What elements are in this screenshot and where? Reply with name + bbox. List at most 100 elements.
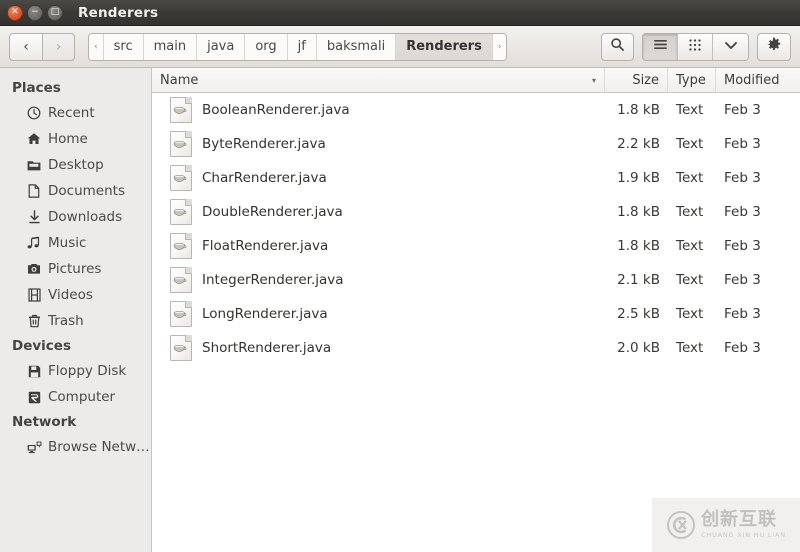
home-icon <box>26 131 42 147</box>
list-view-icon <box>653 38 668 55</box>
sidebar-item-label: Browse Netw… <box>48 439 150 455</box>
breadcrumb-item-renderers[interactable]: Renderers <box>396 34 493 60</box>
breadcrumb: ‹ src main java org jf baksmali Renderer… <box>88 33 507 61</box>
desktop-folder-icon <box>26 157 42 173</box>
sidebar-item-label: Pictures <box>48 261 101 277</box>
sidebar-item-videos[interactable]: Videos <box>0 282 151 308</box>
table-row[interactable]: ShortRenderer.java 2.0 kB Text Feb 3 <box>152 331 800 365</box>
sidebar-item-trash[interactable]: Trash <box>0 308 151 334</box>
file-modified-cell: Feb 3 <box>716 204 800 220</box>
file-size-cell: 1.9 kB <box>605 170 668 186</box>
sidebar-item-label: Desktop <box>48 157 104 173</box>
sidebar-item-computer[interactable]: Computer <box>0 384 151 410</box>
toolbar: ‹ › ‹ src main java org jf baksmali Rend… <box>0 26 800 68</box>
file-size-cell: 2.2 kB <box>605 136 668 152</box>
sidebar-item-browse-network[interactable]: Browse Netw… <box>0 434 151 460</box>
file-name-cell: IntegerRenderer.java <box>152 267 605 293</box>
computer-icon <box>26 389 42 405</box>
view-options-button[interactable] <box>713 34 748 60</box>
file-name-label: BooleanRenderer.java <box>202 102 350 118</box>
sidebar-item-label: Recent <box>48 105 95 121</box>
column-header-type[interactable]: Type <box>668 68 716 93</box>
breadcrumb-item-main[interactable]: main <box>144 34 197 60</box>
breadcrumb-item-src[interactable]: src <box>104 34 144 60</box>
sidebar-item-documents[interactable]: Documents <box>0 178 151 204</box>
column-header-modified[interactable]: Modified <box>716 68 800 93</box>
sidebar-item-label: Music <box>48 235 86 251</box>
sidebar-item-pictures[interactable]: Pictures <box>0 256 151 282</box>
file-modified-cell: Feb 3 <box>716 306 800 322</box>
sidebar-item-label: Videos <box>48 287 93 303</box>
file-name-label: DoubleRenderer.java <box>202 204 343 220</box>
table-row[interactable]: DoubleRenderer.java 1.8 kB Text Feb 3 <box>152 195 800 229</box>
file-size-cell: 2.1 kB <box>605 272 668 288</box>
column-header-name-label: Name <box>160 73 198 88</box>
watermark-text: 创新互联 CHUANG XIN HU LIAN <box>701 511 786 539</box>
search-button[interactable] <box>601 33 634 61</box>
file-modified-cell: Feb 3 <box>716 136 800 152</box>
sidebar-item-label: Documents <box>48 183 125 199</box>
breadcrumb-item-java[interactable]: java <box>197 34 245 60</box>
chevron-down-icon <box>724 39 738 54</box>
sidebar-item-label: Downloads <box>48 209 122 225</box>
breadcrumb-next-button[interactable]: › <box>493 34 507 60</box>
file-name-label: CharRenderer.java <box>202 170 327 186</box>
file-name-label: ByteRenderer.java <box>202 136 326 152</box>
clock-icon <box>26 105 42 121</box>
maximize-icon[interactable]: □ <box>47 5 63 21</box>
document-icon <box>26 183 42 199</box>
minimize-icon[interactable]: − <box>27 5 43 21</box>
file-modified-cell: Feb 3 <box>716 272 800 288</box>
java-file-icon <box>170 199 192 225</box>
file-name-label: FloatRenderer.java <box>202 238 328 254</box>
breadcrumb-prev-button[interactable]: ‹ <box>89 34 104 60</box>
java-file-icon <box>170 335 192 361</box>
file-size-cell: 1.8 kB <box>605 204 668 220</box>
close-icon[interactable]: ✕ <box>7 5 23 21</box>
sidebar-item-floppy-disk[interactable]: Floppy Disk <box>0 358 151 384</box>
sidebar-section-places: Places <box>0 76 151 100</box>
table-row[interactable]: CharRenderer.java 1.9 kB Text Feb 3 <box>152 161 800 195</box>
sidebar-item-downloads[interactable]: Downloads <box>0 204 151 230</box>
watermark-logo-icon <box>666 510 696 540</box>
sidebar-section-network: Network <box>0 410 151 434</box>
table-row[interactable]: ByteRenderer.java 2.2 kB Text Feb 3 <box>152 127 800 161</box>
sidebar-item-home[interactable]: Home <box>0 126 151 152</box>
settings-button[interactable] <box>757 33 791 61</box>
column-header-name[interactable]: Name ▾ <box>152 68 605 93</box>
file-type-cell: Text <box>668 340 716 356</box>
window-title: Renderers <box>78 5 158 21</box>
java-file-icon <box>170 301 192 327</box>
sidebar-item-desktop[interactable]: Desktop <box>0 152 151 178</box>
file-name-cell: FloatRenderer.java <box>152 233 605 259</box>
breadcrumb-item-jf[interactable]: jf <box>288 34 317 60</box>
breadcrumb-item-baksmali[interactable]: baksmali <box>317 34 396 60</box>
file-list-area: Name ▾ Size Type Modified BooleanRendere… <box>152 68 800 552</box>
table-row[interactable]: IntegerRenderer.java 2.1 kB Text Feb 3 <box>152 263 800 297</box>
forward-button[interactable]: › <box>42 33 75 61</box>
column-header-size[interactable]: Size <box>605 68 668 93</box>
java-file-icon <box>170 233 192 259</box>
sidebar-item-music[interactable]: Music <box>0 230 151 256</box>
column-headers: Name ▾ Size Type Modified <box>152 68 800 93</box>
file-type-cell: Text <box>668 170 716 186</box>
file-modified-cell: Feb 3 <box>716 170 800 186</box>
java-file-icon <box>170 165 192 191</box>
list-view-button[interactable] <box>643 34 678 60</box>
breadcrumb-item-org[interactable]: org <box>245 34 287 60</box>
navigation-buttons: ‹ › <box>9 33 75 61</box>
trash-icon <box>26 313 42 329</box>
file-size-cell: 2.5 kB <box>605 306 668 322</box>
back-button[interactable]: ‹ <box>9 33 42 61</box>
grid-view-button[interactable] <box>678 34 713 60</box>
table-row[interactable]: BooleanRenderer.java 1.8 kB Text Feb 3 <box>152 93 800 127</box>
file-type-cell: Text <box>668 136 716 152</box>
file-modified-cell: Feb 3 <box>716 238 800 254</box>
sidebar-item-recent[interactable]: Recent <box>0 100 151 126</box>
file-name-cell: BooleanRenderer.java <box>152 97 605 123</box>
file-modified-cell: Feb 3 <box>716 102 800 118</box>
title-bar: ✕ − □ Renderers <box>0 0 800 26</box>
java-file-icon <box>170 97 192 123</box>
table-row[interactable]: FloatRenderer.java 1.8 kB Text Feb 3 <box>152 229 800 263</box>
table-row[interactable]: LongRenderer.java 2.5 kB Text Feb 3 <box>152 297 800 331</box>
